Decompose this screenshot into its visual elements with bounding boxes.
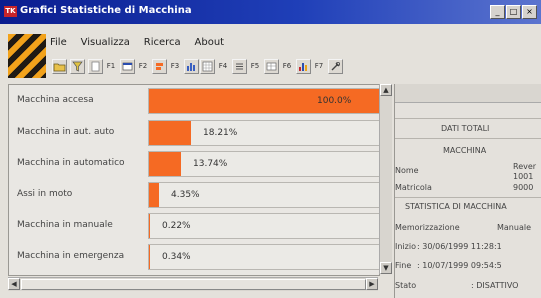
- stat-row: Macchina in automatico 13.74%: [9, 148, 381, 180]
- stat-value: 0.34%: [162, 252, 191, 262]
- minimize-button[interactable]: _: [490, 5, 505, 19]
- memo-label: Memorizzazione: [395, 223, 460, 232]
- menu-ricerca[interactable]: Ricerca: [144, 37, 181, 48]
- title-bar: TK Grafici Statistiche di Macchina _ □ ×: [0, 0, 541, 24]
- blank-page-icon[interactable]: [88, 59, 103, 74]
- stat-label: Macchina in automatico: [17, 158, 125, 168]
- menu-file[interactable]: File: [50, 37, 67, 48]
- start-label: Inizio: [395, 242, 416, 251]
- machine-stat-heading: STATISTICA DI MACCHINA: [405, 202, 507, 211]
- start-value: : 30/06/1999 11:28:1: [417, 242, 502, 251]
- list-icon[interactable]: [232, 59, 247, 74]
- stat-value: 18.21%: [203, 128, 238, 138]
- name-value-2: 1001: [513, 172, 534, 181]
- open-folder-icon[interactable]: [52, 59, 67, 74]
- scroll-left-arrow-icon[interactable]: ◀: [8, 278, 20, 290]
- menu-bar: File Visualizza Ricerca About: [50, 37, 235, 48]
- stat-bar-fill: [149, 152, 181, 176]
- stat-row: Macchina in manuale 0.22%: [9, 210, 381, 242]
- divider: [395, 138, 541, 139]
- f3-key-label: F3: [170, 62, 180, 70]
- end-label: Fine: [395, 261, 412, 270]
- scroll-thumb[interactable]: [21, 279, 366, 290]
- stat-row: Assi in moto 4.35%: [9, 179, 381, 211]
- f4-key-label: F4: [218, 62, 228, 70]
- tools-icon[interactable]: [328, 59, 343, 74]
- scroll-right-arrow-icon[interactable]: ▶: [366, 278, 378, 290]
- stat-bar-fill: [149, 121, 191, 145]
- stat-row: Macchina in aut. auto 18.21%: [9, 117, 381, 149]
- stat-value: 0.22%: [162, 221, 191, 231]
- table-icon[interactable]: [264, 59, 279, 74]
- name-label: Nome: [395, 166, 419, 175]
- stat-bar: 0.22%: [148, 213, 381, 239]
- stat-bar: 100.0%: [148, 88, 382, 114]
- chart-orange-icon[interactable]: [152, 59, 167, 74]
- stat-value: 100.0%: [317, 96, 352, 106]
- stat-bar: 18.21%: [148, 120, 381, 146]
- stat-bar: 0.34%: [148, 244, 381, 270]
- window-controls: _ □ ×: [489, 5, 537, 19]
- stat-bar-fill: [149, 245, 150, 269]
- serial-value: 9000: [513, 183, 534, 192]
- state-label: Stato: [395, 281, 417, 290]
- stat-bar-fill: [149, 183, 159, 207]
- vertical-scrollbar[interactable]: ▲ ▼: [379, 84, 392, 274]
- maximize-button[interactable]: □: [506, 5, 521, 19]
- machine-heading: MACCHINA: [443, 146, 487, 155]
- state-value: : DISATTIVO: [471, 281, 519, 290]
- stat-label: Macchina accesa: [17, 95, 94, 105]
- end-value: : 10/07/1999 09:54:5: [417, 261, 502, 270]
- totals-panel: DATI TOTALI MACCHINA Nome Rever 1001 Mat…: [394, 84, 541, 298]
- totals-heading: DATI TOTALI: [441, 124, 490, 133]
- memo-value: Manuale: [497, 223, 531, 232]
- stat-row: Macchina in emergenza 0.34%: [9, 241, 381, 273]
- stat-value: 13.74%: [193, 159, 228, 169]
- stat-row: Macchina accesa 100.0%: [9, 85, 382, 117]
- scroll-up-arrow-icon[interactable]: ▲: [380, 84, 392, 96]
- f2-key-label: F2: [138, 62, 148, 70]
- stat-label: Assi in moto: [17, 189, 73, 199]
- grid-icon[interactable]: [200, 59, 215, 74]
- serial-label: Matricola: [395, 183, 432, 192]
- f1-key-label: F1: [106, 62, 116, 70]
- f7-key-label: F7: [314, 62, 324, 70]
- menu-visualizza[interactable]: Visualizza: [81, 37, 130, 48]
- statistics-panel: Macchina accesa 100.0% Macchina in aut. …: [8, 84, 382, 276]
- name-value: Rever: [513, 162, 537, 171]
- f5-key-label: F5: [250, 62, 260, 70]
- stat-value: 4.35%: [171, 190, 200, 200]
- divider: [395, 197, 541, 198]
- close-button[interactable]: ×: [522, 5, 537, 19]
- stat-label: Macchina in emergenza: [17, 251, 125, 261]
- divider: [395, 118, 541, 119]
- app-logo: [8, 34, 46, 78]
- f6-key-label: F6: [282, 62, 292, 70]
- app-icon: TK: [4, 6, 17, 17]
- filter-icon[interactable]: [70, 59, 85, 74]
- stat-bar-fill: [149, 214, 150, 238]
- bar-chart-icon[interactable]: [184, 59, 199, 74]
- stat-label: Macchina in aut. auto: [17, 127, 115, 137]
- menu-about[interactable]: About: [195, 37, 225, 48]
- stat-label: Macchina in manuale: [17, 220, 113, 230]
- window-title: Grafici Statistiche di Macchina: [20, 5, 192, 16]
- totals-panel-header-bar: [395, 84, 541, 103]
- stat-bar: 13.74%: [148, 151, 381, 177]
- window-icon[interactable]: [120, 59, 135, 74]
- scroll-down-arrow-icon[interactable]: ▼: [380, 262, 392, 274]
- stats-chart-icon[interactable]: [296, 59, 311, 74]
- stat-bar: 4.35%: [148, 182, 381, 208]
- horizontal-scrollbar[interactable]: ◀ ▶: [8, 277, 378, 291]
